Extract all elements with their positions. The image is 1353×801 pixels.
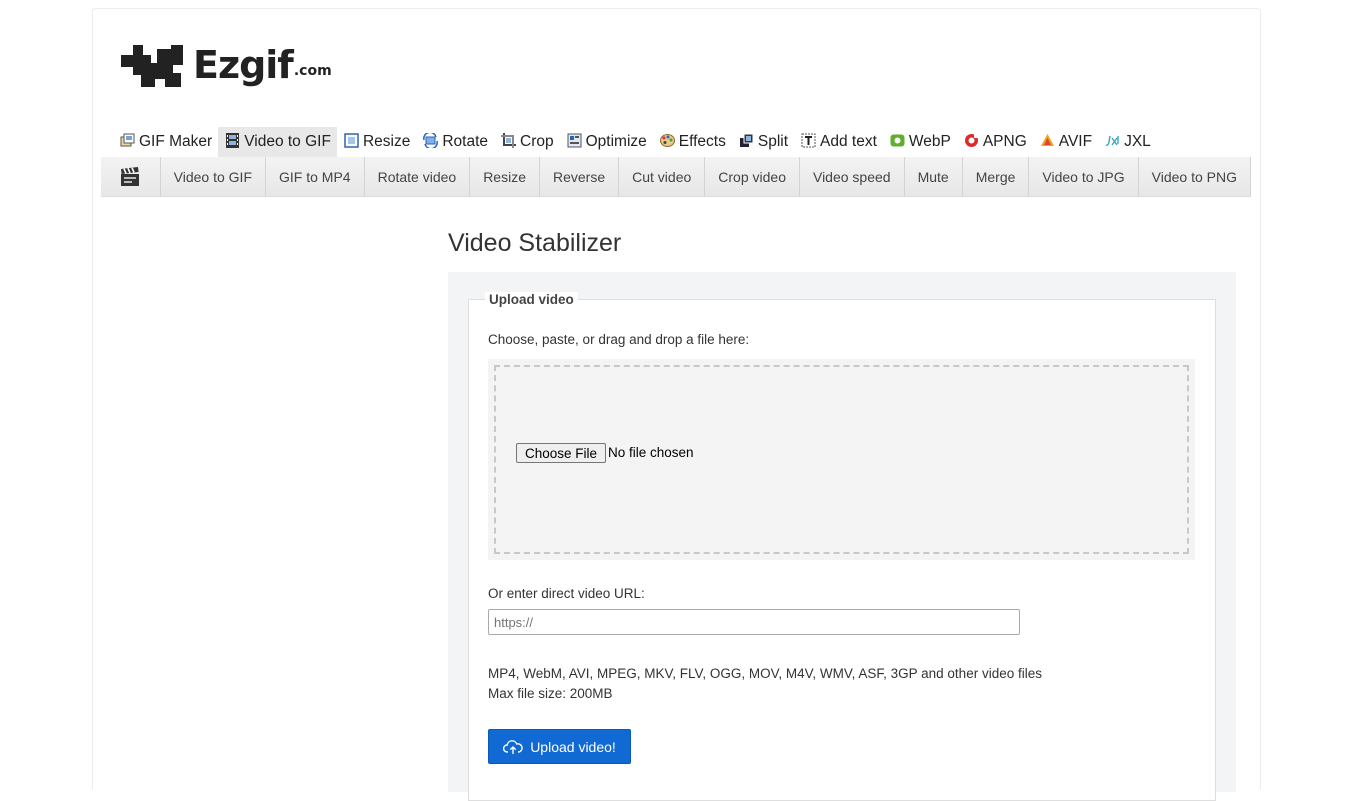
nav-video-to-gif[interactable]: Video to GIF	[218, 127, 337, 157]
nav-gif-maker[interactable]: GIF Maker	[113, 127, 218, 157]
upload-fieldset: Upload video Choose, paste, or drag and …	[468, 292, 1216, 801]
gif-maker-icon	[120, 133, 135, 146]
subnav-cut-video[interactable]: Cut video	[619, 157, 706, 196]
upload-video-button[interactable]: Upload video!	[488, 729, 631, 764]
upload-button-label: Upload video!	[530, 738, 616, 755]
max-file-size: Max file size: 200MB	[488, 686, 613, 701]
nav-apng[interactable]: APNG	[957, 127, 1033, 157]
main-nav: GIF Maker Video to GIF Resize Rotate Cro…	[113, 127, 1157, 157]
choose-file-label: Choose, paste, or drag and drop a file h…	[488, 332, 750, 347]
subnav-merge[interactable]: Merge	[963, 157, 1030, 196]
nav-rotate[interactable]: Rotate	[416, 127, 494, 157]
page-container: Ezgif .com GIF Maker Video to GIF Resize…	[92, 8, 1261, 801]
nav-label: Video to GIF	[244, 133, 331, 150]
nav-label: Effects	[678, 133, 726, 150]
subnav-gif-to-mp4[interactable]: GIF to MP4	[266, 157, 365, 196]
nav-label: Optimize	[585, 133, 647, 150]
subnav-video-to-png[interactable]: Video to PNG	[1139, 157, 1251, 196]
optimize-icon	[567, 133, 582, 147]
palette-icon	[659, 133, 675, 147]
url-label: Or enter direct video URL:	[488, 586, 645, 601]
text-icon	[801, 133, 816, 147]
subnav-resize[interactable]: Resize	[470, 157, 540, 196]
formats-list: MP4, WebM, AVI, MPEG, MKV, FLV, OGG, MOV…	[488, 666, 1042, 681]
supported-formats: MP4, WebM, AVI, MPEG, MKV, FLV, OGG, MOV…	[488, 664, 1042, 704]
clapperboard-icon	[121, 166, 140, 186]
nav-label: WebP	[908, 133, 951, 150]
nav-add-text[interactable]: Add text	[794, 127, 883, 157]
nav-optimize[interactable]: Optimize	[560, 127, 653, 157]
subnav-video-to-gif[interactable]: Video to GIF	[161, 157, 266, 196]
nav-label: Add text	[820, 133, 877, 150]
page-title: Video Stabilizer	[448, 229, 622, 257]
rotate-icon	[423, 132, 439, 148]
nav-resize[interactable]: Resize	[337, 127, 416, 157]
nav-crop[interactable]: Crop	[494, 127, 560, 157]
jxl-icon	[1105, 135, 1119, 146]
nav-jxl[interactable]: JXL	[1098, 127, 1157, 157]
nav-label: APNG	[982, 133, 1027, 150]
subnav-video-speed[interactable]: Video speed	[800, 157, 905, 196]
nav-label: Crop	[520, 133, 554, 150]
upload-legend: Upload video	[485, 292, 578, 307]
film-icon	[226, 132, 240, 148]
crop-icon	[501, 132, 516, 148]
video-tools-subnav: Video to GIF GIF to MP4 Rotate video Res…	[101, 157, 1251, 197]
video-url-input[interactable]	[488, 609, 1020, 635]
resize-icon	[344, 132, 359, 148]
apng-icon	[964, 133, 978, 147]
nav-webp[interactable]: WebP	[883, 127, 957, 157]
nav-effects[interactable]: Effects	[653, 127, 732, 157]
logo-suffix: .com	[293, 63, 332, 79]
logo-puzzle-icon	[121, 45, 183, 87]
ezgif-logo[interactable]: Ezgif .com	[121, 41, 332, 91]
nav-label: GIF Maker	[139, 133, 213, 150]
file-status-text: No file chosen	[608, 445, 694, 460]
subnav-rotate-video[interactable]: Rotate video	[365, 157, 471, 196]
nav-label: AVIF	[1058, 133, 1093, 150]
subnav-crop-video[interactable]: Crop video	[705, 157, 800, 196]
choose-file-button[interactable]: Choose File	[516, 443, 607, 463]
webp-icon	[890, 134, 905, 146]
subnav-video-to-jpg[interactable]: Video to JPG	[1029, 157, 1139, 196]
file-dropzone[interactable]: Choose File No file chosen	[488, 359, 1195, 560]
cloud-upload-icon	[503, 739, 523, 754]
nav-label: JXL	[1124, 133, 1151, 150]
split-icon	[739, 133, 754, 147]
nav-label: Split	[757, 133, 789, 150]
logo-wordmark: Ezgif	[193, 43, 294, 87]
subnav-home[interactable]	[101, 157, 161, 196]
subnav-mute[interactable]: Mute	[905, 157, 963, 196]
subnav-reverse[interactable]: Reverse	[540, 157, 620, 196]
nav-split[interactable]: Split	[732, 127, 794, 157]
nav-avif[interactable]: AVIF	[1033, 127, 1098, 157]
avif-icon	[1040, 133, 1054, 146]
nav-label: Rotate	[442, 133, 488, 150]
nav-label: Resize	[362, 133, 411, 150]
upload-panel: Upload video Choose, paste, or drag and …	[448, 272, 1236, 801]
